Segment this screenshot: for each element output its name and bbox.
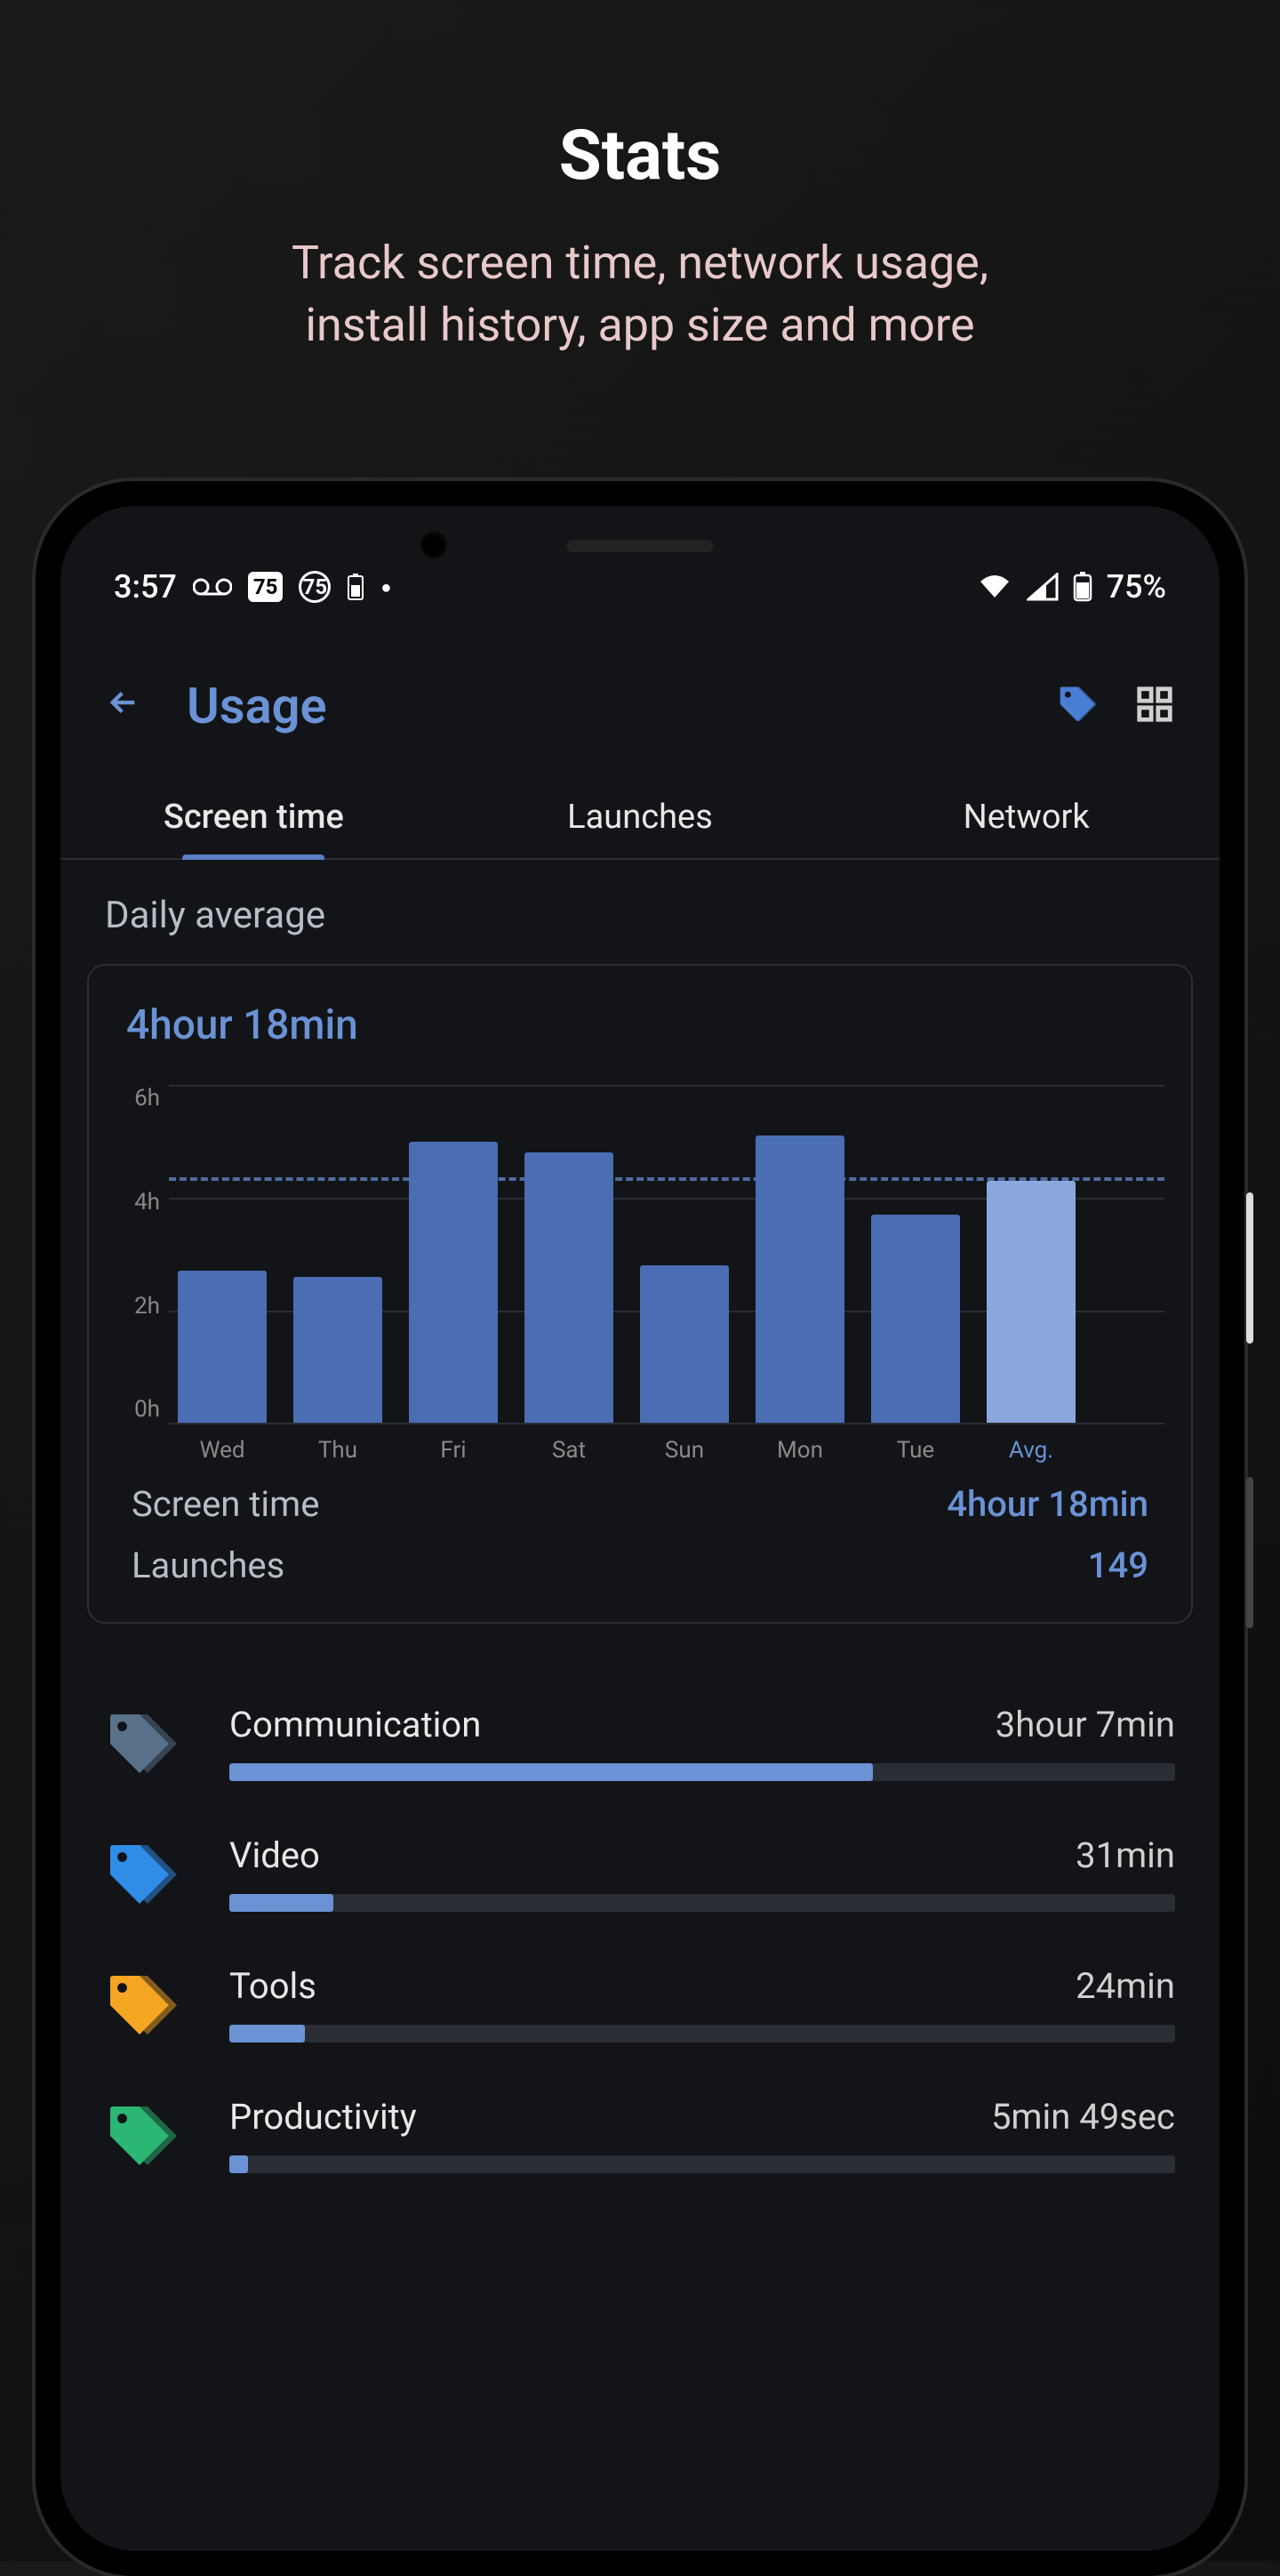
bar-mon[interactable] [756, 1136, 844, 1423]
bar-avg[interactable] [987, 1181, 1076, 1423]
category-item-video[interactable]: Video 31min [105, 1834, 1175, 1912]
bar-tue[interactable] [871, 1215, 960, 1423]
progress-bar [229, 2025, 1175, 2042]
x-label: Sat [524, 1437, 613, 1464]
signal-icon [1027, 573, 1059, 601]
battery-icon [1073, 572, 1092, 602]
tab-launches[interactable]: Launches [447, 780, 834, 858]
x-label: Mon [756, 1437, 844, 1464]
y-tick: 2h [120, 1293, 160, 1320]
tag-icon [105, 1970, 194, 2038]
x-label: Tue [871, 1437, 960, 1464]
app-header: Usage [60, 632, 1220, 780]
summary-value: 149 [1088, 1545, 1148, 1586]
volume-button [1246, 1192, 1253, 1344]
bar-thu[interactable] [293, 1277, 382, 1424]
summary-value: 4hour 18min [947, 1483, 1148, 1525]
section-label-daily-average: Daily average [60, 860, 1220, 964]
tabs: Screen timeLaunchesNetwork [60, 780, 1220, 860]
progress-fill [229, 1763, 873, 1781]
status-left: 3:57 75 75 ● [114, 568, 392, 606]
speaker-grille [567, 540, 714, 552]
tag-icon[interactable] [1052, 681, 1099, 731]
grid-icon[interactable] [1134, 684, 1175, 728]
status-time: 3:57 [114, 568, 177, 606]
progress-fill [229, 2155, 248, 2173]
battery-percent: 75% [1107, 568, 1166, 606]
category-time: 24min [1076, 1965, 1175, 2007]
gridline [169, 1423, 1164, 1424]
y-axis-labels: 6h 4h 2h 0h [120, 1085, 160, 1423]
progress-bar [229, 1763, 1175, 1781]
status-right: 75% [977, 568, 1166, 606]
category-content: Video 31min [229, 1834, 1175, 1912]
category-content: Productivity 5min 49sec [229, 2096, 1175, 2173]
y-tick: 4h [120, 1189, 160, 1216]
promo-title: Stats [559, 116, 722, 197]
tab-screen-time[interactable]: Screen time [60, 780, 447, 858]
y-tick: 6h [120, 1085, 160, 1111]
x-label: Sun [640, 1437, 729, 1464]
wifi-icon [977, 573, 1012, 601]
summary-row: Screen time 4hour 18min [116, 1464, 1164, 1525]
bar-sat[interactable] [524, 1152, 613, 1423]
chart-card: 4hour 18min 6h 4h 2h 0h Wed Thu Fri Sat Sun Mon T… [87, 964, 1193, 1624]
x-label: Thu [293, 1437, 382, 1464]
category-item-tools[interactable]: Tools 24min [105, 1965, 1175, 2042]
progress-fill [229, 1894, 333, 1912]
category-item-productivity[interactable]: Productivity 5min 49sec [105, 2096, 1175, 2173]
x-label: Avg. [987, 1437, 1076, 1464]
promo-subtitle-line2: install history, app size and more [305, 298, 974, 352]
x-axis-labels: Wed Thu Fri Sat Sun Mon Tue Avg. [169, 1437, 1164, 1464]
bar-wed[interactable] [178, 1271, 267, 1423]
battery-badge-outline: 75 [299, 571, 331, 603]
summary-label: Launches [132, 1545, 284, 1586]
category-content: Communication 3hour 7min [229, 1704, 1175, 1781]
category-list: Communication 3hour 7min Video 31min [60, 1624, 1220, 2173]
promo-subtitle: Track screen time, network usage, instal… [292, 232, 988, 357]
tag-icon [105, 2101, 194, 2169]
category-name: Video [229, 1834, 320, 1876]
tab-network[interactable]: Network [833, 780, 1220, 858]
progress-bar [229, 2155, 1175, 2173]
category-time: 5min 49sec [991, 2096, 1175, 2138]
x-label: Fri [409, 1437, 498, 1464]
back-arrow-icon[interactable] [105, 681, 142, 732]
category-time: 3hour 7min [996, 1704, 1175, 1745]
battery-badge-filled: 75 [248, 572, 284, 602]
progress-bar [229, 1894, 1175, 1912]
battery-small-icon [347, 573, 364, 601]
bar-sun[interactable] [640, 1265, 729, 1423]
status-dot: ● [380, 576, 391, 598]
phone-screen: 3:57 75 75 ● 75% Usage [60, 506, 1220, 2551]
page-title: Usage [187, 677, 1017, 735]
category-name: Productivity [229, 2096, 417, 2138]
tag-icon [105, 1709, 194, 1777]
chart-headline-value: 4hour 18min [126, 1001, 1164, 1049]
progress-fill [229, 2025, 305, 2042]
category-content: Tools 24min [229, 1965, 1175, 2042]
chart-area: 6h4h2h0h [169, 1085, 1164, 1423]
status-bar: 3:57 75 75 ● 75% [60, 506, 1220, 632]
phone-frame: 3:57 75 75 ● 75% Usage [36, 481, 1244, 2576]
tag-icon [105, 1840, 194, 1907]
bars-container [169, 1085, 1164, 1423]
voicemail-icon [193, 577, 232, 597]
category-item-communication[interactable]: Communication 3hour 7min [105, 1704, 1175, 1781]
summary-label: Screen time [132, 1483, 319, 1525]
x-label: Wed [178, 1437, 267, 1464]
y-tick: 0h [120, 1396, 160, 1423]
category-name: Communication [229, 1704, 481, 1745]
category-time: 31min [1076, 1834, 1175, 1876]
promo-subtitle-line1: Track screen time, network usage, [292, 236, 988, 290]
power-button [1246, 1477, 1253, 1628]
bar-fri[interactable] [409, 1142, 498, 1424]
category-name: Tools [229, 1965, 316, 2007]
summary-row: Launches 149 [116, 1525, 1164, 1586]
